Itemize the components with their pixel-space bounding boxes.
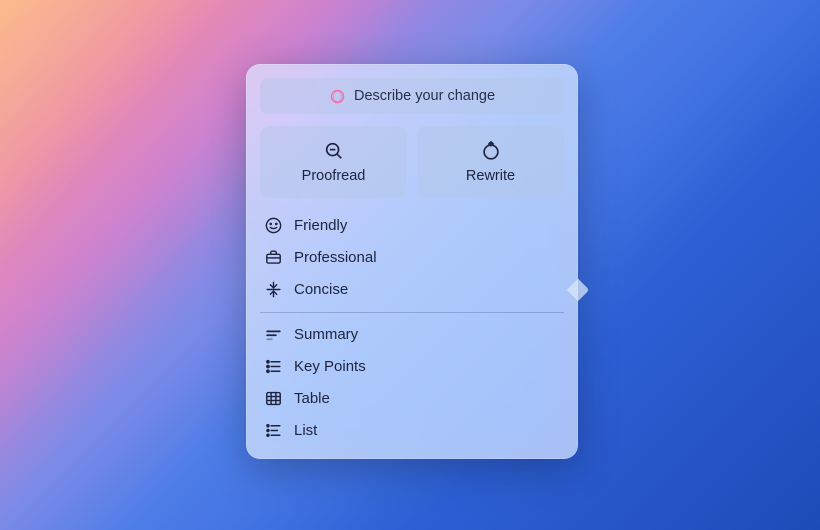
actions-row: Proofread Rewrite xyxy=(260,126,564,198)
proofread-label: Proofread xyxy=(302,168,366,184)
writing-tools-panel: Describe your change Proofread Rewri xyxy=(246,64,578,459)
format-table-label: Table xyxy=(294,390,330,407)
keypoints-icon xyxy=(262,357,284,376)
tone-friendly-label: Friendly xyxy=(294,217,347,234)
proofread-button[interactable]: Proofread xyxy=(260,126,407,198)
format-keypoints-label: Key Points xyxy=(294,358,366,375)
tone-professional-label: Professional xyxy=(294,249,377,266)
format-list[interactable]: List xyxy=(262,417,562,443)
divider xyxy=(260,312,564,313)
format-summary[interactable]: Summary xyxy=(262,321,562,347)
format-list-label: List xyxy=(294,422,317,439)
tone-concise-label: Concise xyxy=(294,281,348,298)
describe-change-input[interactable]: Describe your change xyxy=(260,78,564,114)
tone-friendly[interactable]: Friendly xyxy=(262,212,562,238)
list-icon xyxy=(262,421,284,440)
friendly-icon xyxy=(262,216,284,235)
rewrite-label: Rewrite xyxy=(466,168,515,184)
summary-icon xyxy=(262,325,284,344)
professional-icon xyxy=(262,248,284,267)
format-keypoints[interactable]: Key Points xyxy=(262,353,562,379)
tone-list: Friendly Professional xyxy=(260,212,564,302)
rewrite-icon xyxy=(480,140,502,162)
table-icon xyxy=(262,389,284,408)
describe-change-placeholder: Describe your change xyxy=(354,88,495,104)
format-table[interactable]: Table xyxy=(262,385,562,411)
tone-concise[interactable]: Concise xyxy=(262,276,562,302)
format-list: Summary Key Points xyxy=(260,321,564,445)
proofread-icon xyxy=(323,140,345,162)
concise-icon xyxy=(262,280,284,299)
tone-professional[interactable]: Professional xyxy=(262,244,562,270)
format-summary-label: Summary xyxy=(294,326,358,343)
rewrite-button[interactable]: Rewrite xyxy=(417,126,564,198)
apple-intelligence-icon xyxy=(329,88,346,105)
